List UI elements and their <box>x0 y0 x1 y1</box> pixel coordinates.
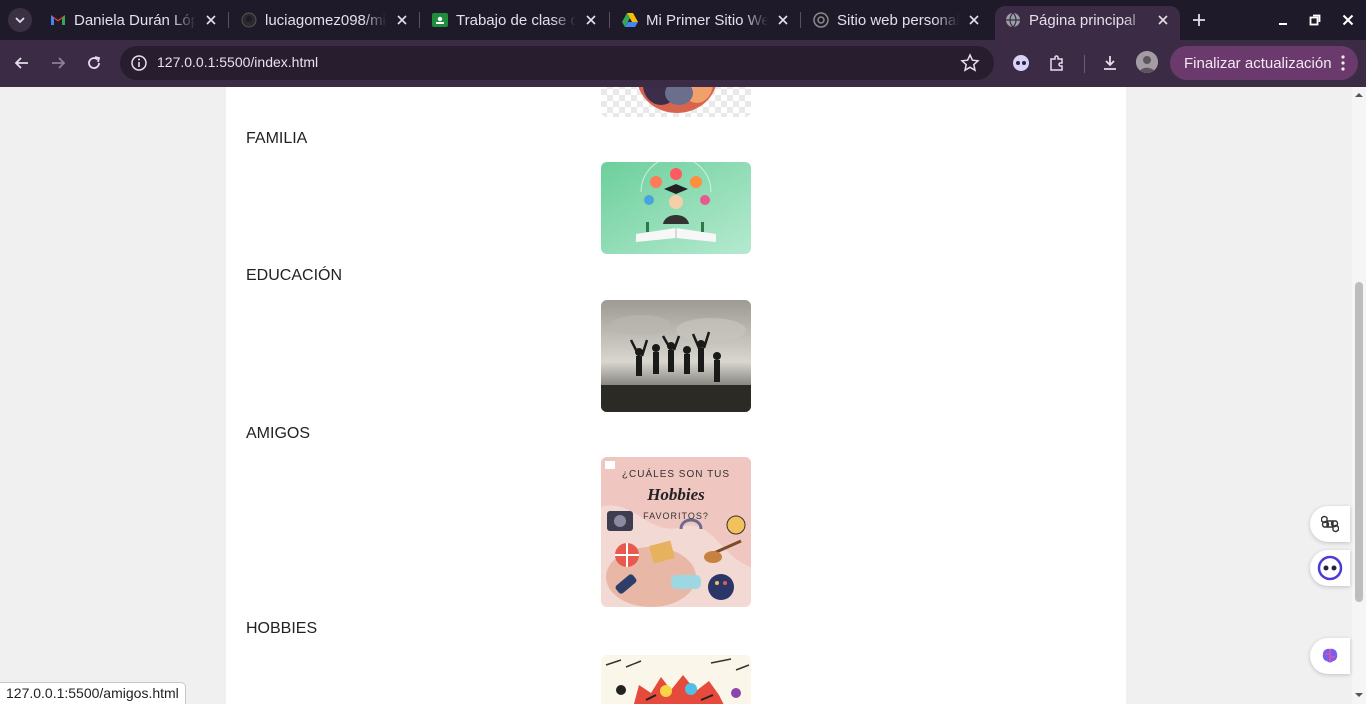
close-icon[interactable] <box>582 11 600 29</box>
command-shortcut-button[interactable] <box>1310 506 1350 542</box>
close-icon <box>1342 14 1354 26</box>
section-title-amigos: AMIGOS <box>246 425 311 442</box>
assistant-robot-button[interactable] <box>1310 550 1350 586</box>
educacion-image[interactable] <box>601 300 751 412</box>
section-title-familia: FAMILIA <box>246 130 308 147</box>
command-icon <box>1321 515 1339 533</box>
tab-drive[interactable]: Mi Primer Sitio Web <box>612 6 800 34</box>
reload-icon <box>88 56 101 69</box>
section-title-hobbies: HOBBIES <box>246 620 318 637</box>
robot-icon <box>1013 55 1029 71</box>
close-icon[interactable] <box>965 11 983 29</box>
reload-button[interactable] <box>82 51 106 75</box>
drive-icon <box>622 12 638 28</box>
tab-separator <box>419 12 420 28</box>
vertical-scrollbar[interactable] <box>1352 87 1366 704</box>
profile-avatar[interactable] <box>1136 51 1158 73</box>
extension-robot-button[interactable] <box>1009 51 1033 75</box>
close-icon[interactable] <box>774 11 792 29</box>
tab-chatgpt[interactable]: Sitio web personal <box>803 6 991 34</box>
forward-button[interactable] <box>46 51 70 75</box>
profile-image[interactable] <box>601 87 751 117</box>
page-viewport: FAMILIA EDUCACIÓN AMIGOS ¿CUÁLES SON TUS… <box>0 87 1352 704</box>
tab-search-button[interactable] <box>8 8 32 32</box>
tab-title: Mi Primer Sitio Web <box>646 11 768 29</box>
minimize-button[interactable] <box>1273 10 1293 30</box>
github-icon <box>241 12 257 28</box>
tab-separator <box>800 12 801 28</box>
tab-title: Daniela Durán López <box>74 11 196 29</box>
tab-github[interactable]: luciagomez098/mi-primer-sitio <box>231 6 419 34</box>
tab-pagina-principal[interactable]: Página principal <box>995 6 1180 40</box>
arrow-right-icon <box>52 57 66 69</box>
tab-strip: Daniela Durán López luciagomez098/mi-pri… <box>0 0 1366 40</box>
new-tab-button[interactable] <box>1188 9 1210 31</box>
hobbies-poster-line2: Hobbies <box>647 485 705 504</box>
restore-icon <box>1309 14 1321 26</box>
tab-title: Sitio web personal <box>837 11 959 29</box>
address-url[interactable]: 127.0.0.1:5500/index.html <box>157 54 318 70</box>
page-content: FAMILIA EDUCACIÓN AMIGOS ¿CUÁLES SON TUS… <box>226 87 1126 704</box>
tab-gmail[interactable]: Daniela Durán López <box>40 6 228 34</box>
tab-title: Página principal <box>1029 11 1136 29</box>
tab-title: Trabajo de clase de informática <box>456 11 576 29</box>
restore-button[interactable] <box>1305 10 1325 30</box>
close-icon[interactable] <box>393 11 411 29</box>
site-info-icon[interactable] <box>130 54 148 72</box>
plus-icon <box>1193 14 1205 26</box>
extensions-button[interactable] <box>1045 51 1069 75</box>
menu-dots-icon <box>1341 55 1345 71</box>
globe-icon <box>1005 12 1021 28</box>
tab-separator <box>228 12 229 28</box>
minimize-icon <box>1279 23 1287 25</box>
finish-update-label: Finalizar actualización <box>1184 54 1332 72</box>
link-status-bubble: 127.0.0.1:5500/amigos.html <box>0 682 186 704</box>
tab-title: luciagomez098/mi-primer-sitio <box>265 11 387 29</box>
ai-brain-button[interactable] <box>1310 638 1350 674</box>
bookmark-star-icon[interactable] <box>960 53 980 73</box>
scrollbar-thumb[interactable] <box>1355 282 1363 602</box>
tab-separator <box>609 12 610 28</box>
toolbar-divider <box>1084 55 1085 73</box>
avatar-photo-icon <box>1136 51 1158 73</box>
downloads-button[interactable] <box>1098 51 1122 75</box>
puzzle-icon <box>1050 55 1063 71</box>
classroom-icon <box>432 12 448 28</box>
hobbies-poster-line3: FAVORITOS? <box>643 511 709 521</box>
back-button[interactable] <box>10 51 34 75</box>
familia-image[interactable] <box>601 162 751 254</box>
close-window-button[interactable] <box>1338 10 1358 30</box>
tab-classroom[interactable]: Trabajo de clase de informática <box>422 6 608 34</box>
close-icon[interactable] <box>202 11 220 29</box>
brain-icon <box>1322 648 1338 663</box>
hobbies-poster-line1: ¿CUÁLES SON TUS <box>621 469 731 480</box>
finish-update-button[interactable]: Finalizar actualización <box>1170 46 1358 80</box>
scroll-down-icon[interactable] <box>1355 691 1363 699</box>
close-icon[interactable] <box>1154 11 1172 29</box>
chevron-down-icon <box>15 17 25 24</box>
robot-icon <box>1317 555 1343 581</box>
download-icon <box>1104 56 1116 70</box>
scroll-up-icon[interactable] <box>1355 91 1363 99</box>
arrow-left-icon <box>14 57 28 69</box>
hobbies-image[interactable] <box>601 655 751 704</box>
address-bar[interactable]: 127.0.0.1:5500/index.html <box>120 46 994 80</box>
gmail-icon <box>50 12 66 28</box>
browser-toolbar: 127.0.0.1:5500/index.html Finalizar actu… <box>0 40 1366 87</box>
chatgpt-icon <box>813 12 829 28</box>
section-title-educacion: EDUCACIÓN <box>246 267 343 284</box>
amigos-image[interactable]: ¿CUÁLES SON TUS Hobbies FAVORITOS? <box>601 457 751 607</box>
